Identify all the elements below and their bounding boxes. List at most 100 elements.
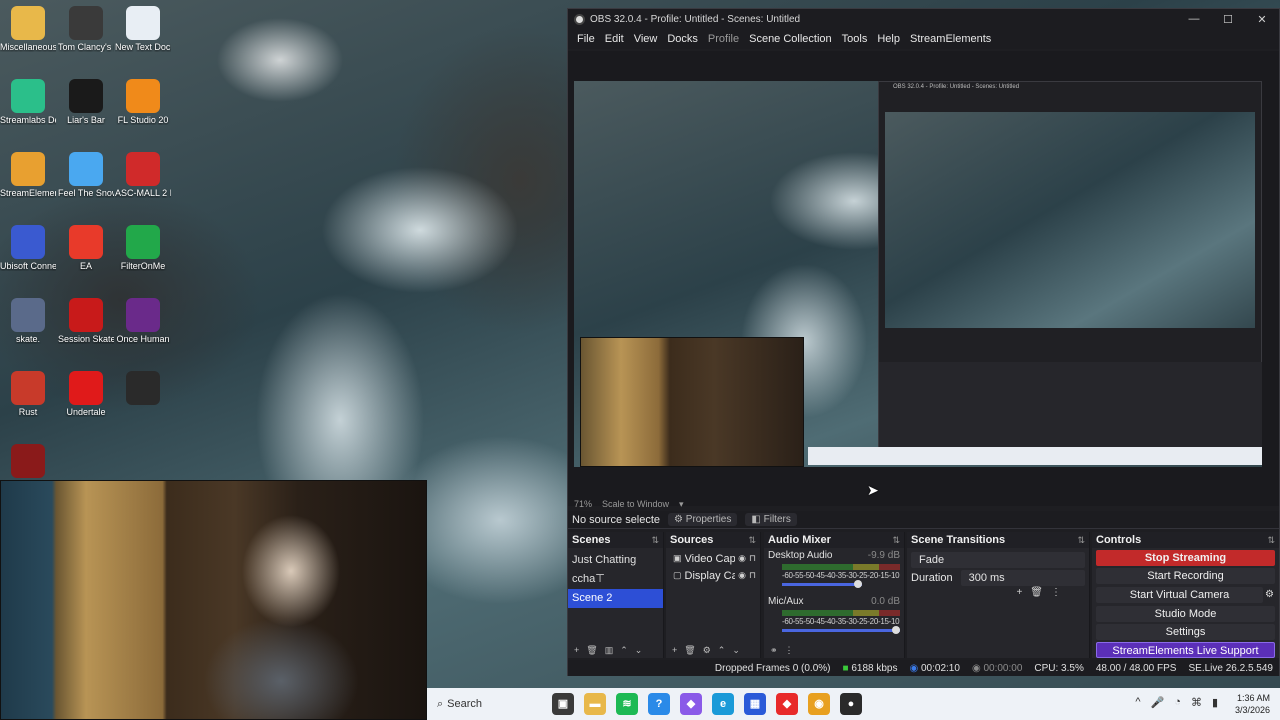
mixer-menu-icon[interactable]: ⋮ <box>785 645 794 656</box>
spotify-icon[interactable]: ≋ <box>616 693 638 715</box>
menu-docks[interactable]: Docks <box>662 33 703 45</box>
volume-slider[interactable] <box>782 580 862 588</box>
scene-item[interactable]: ccha⊤ <box>568 570 663 589</box>
settings-button[interactable]: Settings <box>1096 624 1275 640</box>
store-icon[interactable]: ▦ <box>744 693 766 715</box>
preview-area[interactable]: OBS 32.0.4 - Profile: Untitled - Scenes:… <box>568 51 1279 506</box>
desktop-shortcut[interactable]: New Text Document.txt <box>115 6 171 52</box>
battery-icon[interactable]: ▮ <box>1212 696 1218 709</box>
remove-source-icon[interactable]: 🗑 <box>684 645 695 656</box>
scene-filter-icon[interactable]: ▥ <box>605 645 614 656</box>
properties-button[interactable]: ⚙ Properties <box>668 513 738 526</box>
app-multicolor-icon[interactable]: ◆ <box>680 693 702 715</box>
desktop-shortcut[interactable] <box>115 371 171 407</box>
volume-icon[interactable]: ⌘ <box>1191 696 1202 709</box>
source-item[interactable]: ▢ Display Ca ◉ ⊓ <box>666 567 760 584</box>
chrome-icon[interactable]: ◉ <box>808 693 830 715</box>
menu-view[interactable]: View <box>629 33 663 45</box>
app-red-icon[interactable]: ◆ <box>776 693 798 715</box>
desktop-shortcut[interactable]: StreamElements SE.Live <box>0 152 56 198</box>
menu-streamelements[interactable]: StreamElements <box>905 33 996 45</box>
menu-help[interactable]: Help <box>872 33 905 45</box>
move-down-icon[interactable]: ⌄ <box>732 645 740 656</box>
filters-button[interactable]: ◧ Filters <box>745 513 797 526</box>
transition-menu-icon[interactable]: ⋮ <box>1051 587 1061 598</box>
lock-icon[interactable]: ⊓ <box>749 553 756 564</box>
slider-knob[interactable] <box>854 580 862 588</box>
desktop-shortcut[interactable]: Session Skate Sim <box>58 298 114 344</box>
volume-slider[interactable] <box>782 626 900 634</box>
desktop-shortcut[interactable] <box>0 444 56 480</box>
transition-select[interactable]: Fade <box>911 552 1085 568</box>
desktop-shortcut[interactable]: Feel The Snow <box>58 152 114 198</box>
start-recording-button[interactable]: Start Recording <box>1096 568 1275 584</box>
maximize-button[interactable]: ☐ <box>1211 13 1245 26</box>
source-settings-icon[interactable]: ⚙ <box>703 645 711 656</box>
taskbar-search[interactable]: ⌕ Search <box>427 698 547 711</box>
preview-webcam <box>580 337 804 467</box>
add-source-icon[interactable]: + <box>672 645 677 655</box>
desktop-shortcut[interactable]: Undertale <box>58 371 114 417</box>
taskbar-clock[interactable]: 1:36 AM 3/3/2026 <box>1235 692 1270 716</box>
slider-knob[interactable] <box>892 626 900 634</box>
app-blue-icon[interactable]: ? <box>648 693 670 715</box>
menu-profile[interactable]: Profile <box>703 33 744 45</box>
scene-item[interactable]: Just Chatting <box>568 551 663 570</box>
desktop-shortcut[interactable]: Liar's Bar <box>58 79 114 125</box>
streamelements-live-support-button[interactable]: StreamElements Live Support <box>1096 642 1275 658</box>
tray-overflow-icon[interactable]: ^ <box>1135 696 1140 709</box>
zoom-level[interactable]: 71% <box>574 499 592 509</box>
desktop-shortcut[interactable]: EA <box>58 225 114 271</box>
add-scene-icon[interactable]: + <box>574 645 579 655</box>
scene-item-selected[interactable]: Scene 2 <box>568 589 663 608</box>
desktop-shortcut[interactable]: Miscellaneous <box>0 6 56 52</box>
source-item[interactable]: ▣ Video Capt ◉ ⊓ <box>666 550 760 567</box>
desktop-shortcut[interactable]: Once Human <box>115 298 171 344</box>
remove-transition-icon[interactable]: 🗑 <box>1030 587 1043 598</box>
studio-mode-button[interactable]: Studio Mode <box>1096 606 1275 622</box>
microphone-icon[interactable]: 🎤 <box>1151 696 1165 709</box>
desktop-shortcut[interactable]: FL Studio 20 <box>115 79 171 125</box>
lock-icon[interactable]: ⊓ <box>749 570 756 581</box>
dock-menu-icon[interactable]: ⇅ <box>1077 535 1085 546</box>
add-transition-icon[interactable]: + <box>1016 587 1022 598</box>
filters-label: Filters <box>763 514 791 525</box>
desktop-shortcut[interactable]: FilterOnMe <box>115 225 171 271</box>
dock-menu-icon[interactable]: ⇅ <box>1267 535 1275 546</box>
dock-menu-icon[interactable]: ⇅ <box>748 535 756 546</box>
move-down-icon[interactable]: ⌄ <box>635 645 643 656</box>
remove-scene-icon[interactable]: 🗑 <box>586 645 597 656</box>
menu-file[interactable]: File <box>572 33 600 45</box>
move-up-icon[interactable]: ⌃ <box>620 645 628 656</box>
dock-menu-icon[interactable]: ⇅ <box>651 535 659 546</box>
start-virtual-camera-button[interactable]: Start Virtual Camera <box>1096 587 1263 603</box>
desktop-shortcut[interactable]: Ubisoft Connect <box>0 225 56 271</box>
dock-menu-icon[interactable]: ⇅ <box>892 535 900 546</box>
edge-icon[interactable]: e <box>712 693 734 715</box>
chevron-down-icon[interactable]: ▾ <box>679 499 684 510</box>
obs-icon[interactable]: ● <box>840 693 862 715</box>
minimize-button[interactable]: — <box>1177 13 1211 25</box>
duration-input[interactable]: 300 ms <box>960 570 1085 586</box>
desktop-shortcut[interactable]: Streamlabs Desktop <box>0 79 56 125</box>
menu-edit[interactable]: Edit <box>600 33 629 45</box>
file-explorer-icon[interactable]: ▬ <box>584 693 606 715</box>
wifi-icon[interactable]: ◔ <box>1174 696 1181 709</box>
program-preview[interactable]: OBS 32.0.4 - Profile: Untitled - Scenes:… <box>574 81 1262 467</box>
menu-tools[interactable]: Tools <box>837 33 873 45</box>
eye-icon[interactable]: ◉ <box>738 553 746 564</box>
stop-streaming-button[interactable]: Stop Streaming <box>1096 550 1275 566</box>
eye-icon[interactable]: ◉ <box>738 570 746 581</box>
move-up-icon[interactable]: ⌃ <box>718 645 726 656</box>
close-button[interactable]: ✕ <box>1245 13 1279 26</box>
desktop-shortcut[interactable]: skate. <box>0 298 56 344</box>
desktop-shortcut[interactable]: Rust <box>0 371 56 417</box>
session-icon <box>69 298 103 332</box>
desktop-shortcut[interactable]: ASC-MALL 2 Instruction <box>115 152 171 198</box>
link-icon[interactable]: ⚭ <box>770 645 778 656</box>
scale-mode[interactable]: Scale to Window <box>602 499 669 509</box>
gear-icon[interactable]: ⚙ <box>1265 589 1279 600</box>
desktop-shortcut[interactable]: Tom Clancy's Rainbow... <box>58 6 114 52</box>
task-view-icon[interactable]: ▣ <box>552 693 574 715</box>
menu-scene-collection[interactable]: Scene Collection <box>744 33 837 45</box>
